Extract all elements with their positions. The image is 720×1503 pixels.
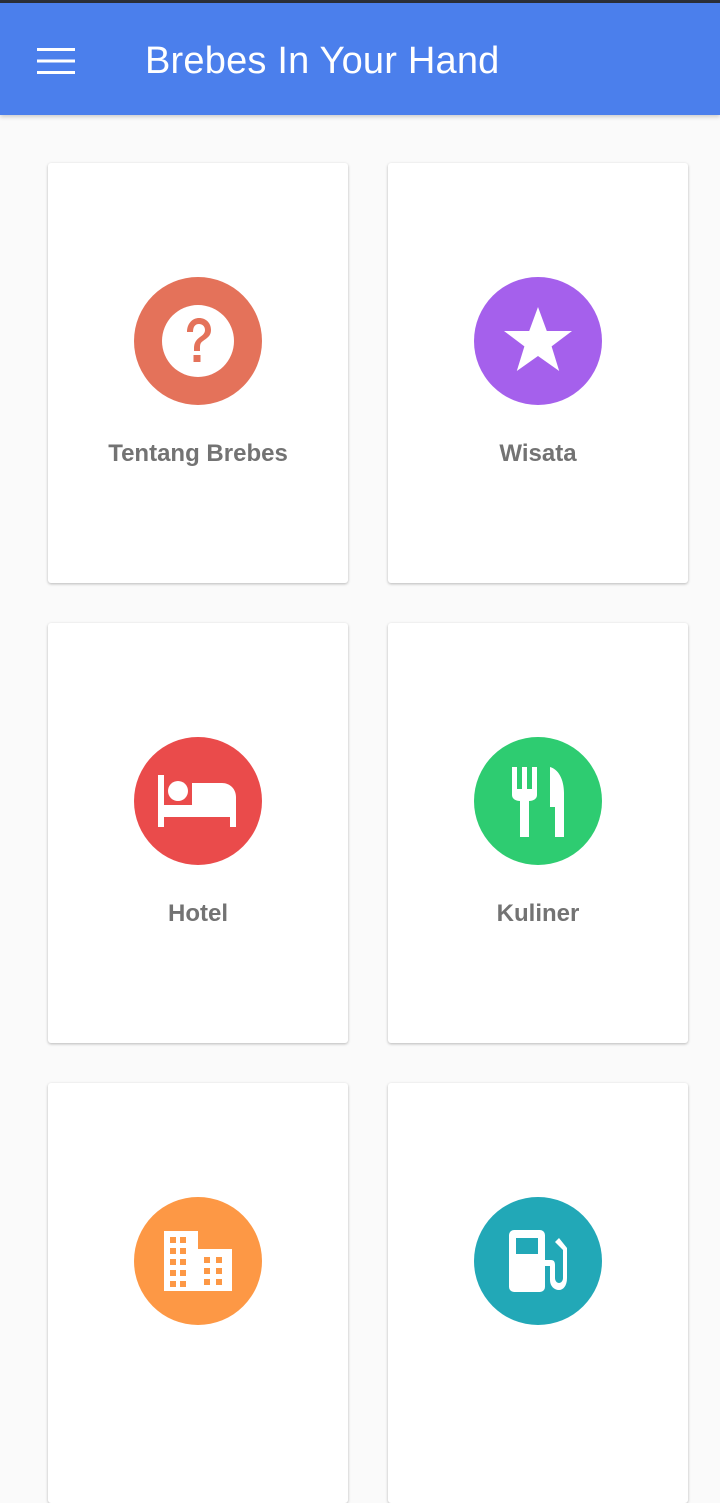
restaurant-icon [512, 767, 564, 837]
icon-circle [474, 277, 602, 405]
hotel-bed-icon [158, 775, 236, 827]
app-bar: Brebes In Your Hand [0, 3, 720, 115]
menu-card-label: Hotel [168, 900, 228, 927]
menu-card-label: Kuliner [496, 900, 580, 927]
menu-button[interactable] [24, 29, 88, 93]
hamburger-menu-icon [37, 48, 75, 74]
menu-card-label: Wisata [499, 440, 577, 467]
help-circle-icon [162, 305, 234, 377]
menu-card-gas-station[interactable] [388, 1083, 688, 1503]
menu-card-kuliner[interactable]: Kuliner [388, 623, 688, 1043]
office-building-icon [164, 1231, 232, 1291]
gas-station-icon [509, 1230, 567, 1292]
icon-circle [474, 737, 602, 865]
menu-card-wisata[interactable]: Wisata [388, 163, 688, 583]
icon-circle [474, 1197, 602, 1325]
menu-card-label: Tentang Brebes [108, 440, 288, 467]
app-title: Brebes In Your Hand [145, 40, 500, 82]
icon-circle [134, 277, 262, 405]
menu-card-hotel[interactable]: Hotel [48, 623, 348, 1043]
icon-circle [134, 1197, 262, 1325]
menu-card-building[interactable] [48, 1083, 348, 1503]
icon-circle [134, 737, 262, 865]
menu-card-tentang-brebes[interactable]: Tentang Brebes [48, 163, 348, 583]
star-icon [504, 307, 572, 371]
